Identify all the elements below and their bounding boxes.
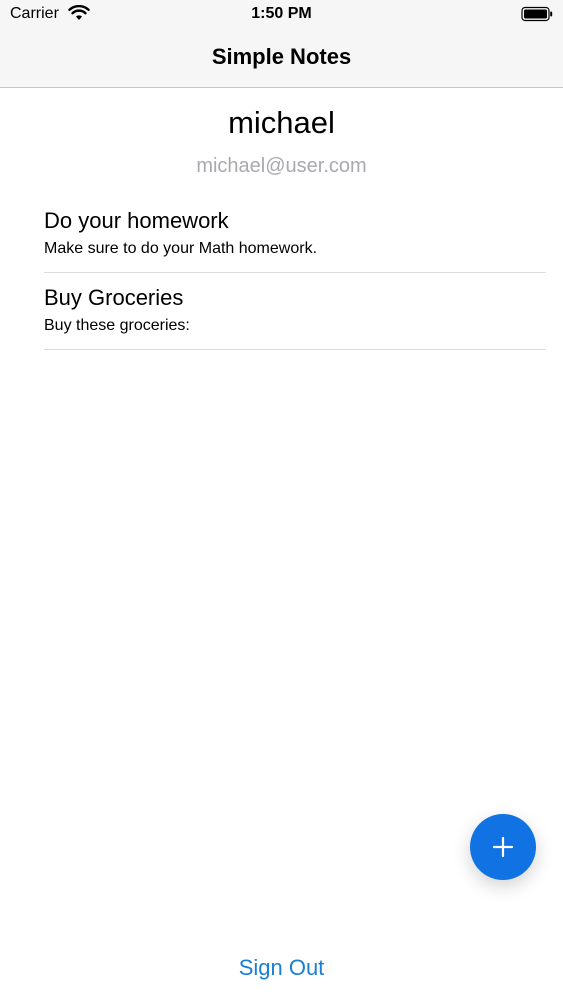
note-body: Buy these groceries: — [44, 317, 190, 334]
nav-title: Simple Notes — [211, 44, 352, 69]
note-title: Buy Groceries — [44, 285, 184, 310]
note-list-item[interactable]: Do your homework Make sure to do your Ma… — [44, 196, 546, 273]
note-list-item[interactable]: Buy Groceries Buy these groceries: — [44, 273, 546, 350]
notes-list: Do your homework Make sure to do your Ma… — [44, 196, 546, 350]
profile-email: michael@user.com — [196, 155, 367, 177]
status-time: 1:50 PM — [251, 5, 312, 22]
add-note-button[interactable] — [470, 814, 536, 880]
app-screen: Carrier 1:50 PM Simple Notes michael mic… — [0, 0, 563, 1000]
navigation-bar: Simple Notes — [0, 30, 563, 88]
battery-icon — [521, 6, 553, 22]
note-title: Do your homework — [44, 208, 229, 233]
profile-username: michael — [228, 105, 335, 140]
sign-out-button[interactable]: Sign Out — [0, 955, 563, 981]
plus-icon — [492, 836, 514, 858]
note-body: Make sure to do your Math homework. — [44, 240, 318, 257]
status-bar: Carrier 1:50 PM — [0, 0, 563, 30]
